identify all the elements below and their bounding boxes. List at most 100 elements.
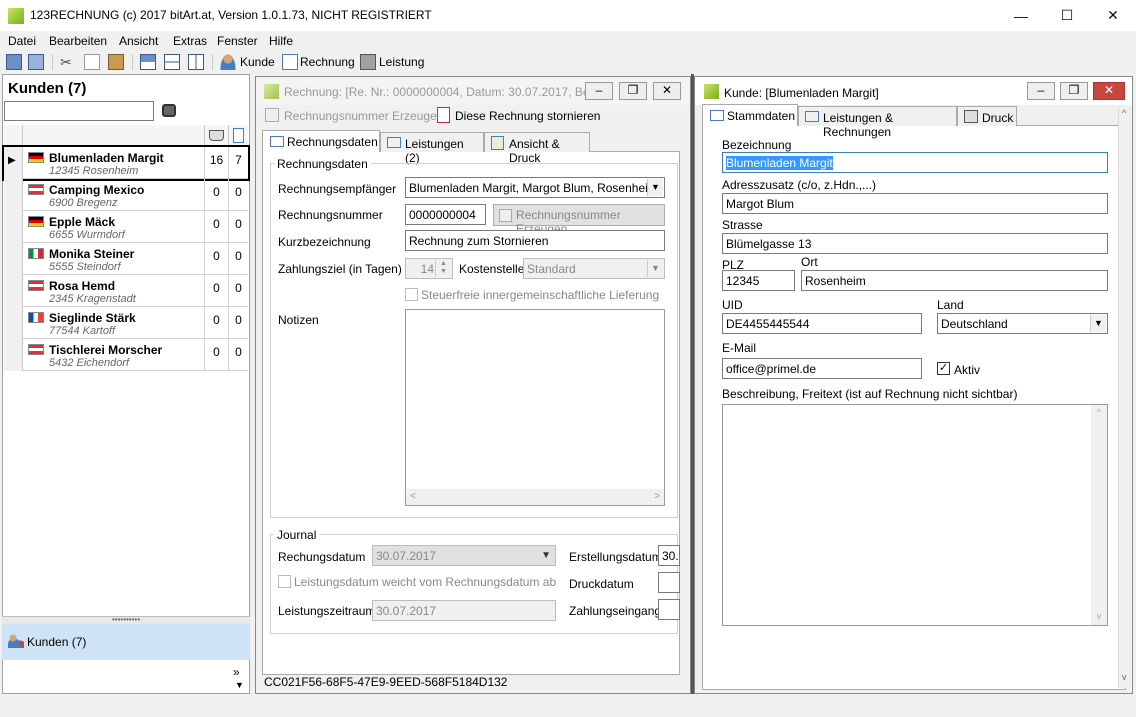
splitter-handle[interactable]: •••••••••• — [2, 616, 250, 624]
menu-extras[interactable]: Extras — [173, 34, 207, 48]
vertical-scrollbar[interactable]: ^ v — [1091, 405, 1107, 625]
cut-icon[interactable]: ✂ — [60, 54, 76, 70]
street-input[interactable]: Blümelgasse 13 — [722, 233, 1108, 254]
tab-leistungen[interactable]: Leistungen (2) — [380, 132, 484, 165]
active-checkbox[interactable]: ✓ — [937, 362, 950, 375]
table-row[interactable]: Tischlerei Morscher 5432 Eichendorf 0 0 — [4, 339, 248, 371]
country-select[interactable]: Deutschland ▼ — [937, 313, 1108, 334]
service-date-checkbox[interactable] — [278, 575, 291, 588]
label-country: Land — [937, 298, 964, 312]
tab-druck[interactable]: Druck — [957, 106, 1017, 126]
cancel-invoice-button[interactable]: Diese Rechnung stornieren — [455, 109, 600, 123]
menu-ansicht[interactable]: Ansicht — [119, 34, 158, 48]
menu-fenster[interactable]: Fenster — [217, 34, 258, 48]
row-indicator[interactable] — [4, 179, 23, 211]
toolbar-leistung-label[interactable]: Leistung — [379, 55, 424, 69]
name-input[interactable]: Blumenladen Margit — [722, 152, 1108, 173]
print-date-input[interactable] — [658, 572, 680, 593]
toolbar-rechnung-label[interactable]: Rechnung — [300, 55, 355, 69]
term-spinner[interactable]: 14 ▲ ▼ — [405, 258, 453, 279]
close-button[interactable]: ✕ — [1090, 0, 1136, 31]
label-print: Druckdatum — [569, 577, 634, 591]
invoice-count: 7 — [228, 147, 248, 179]
desc-textarea[interactable]: ^ v — [722, 404, 1108, 626]
tab-rechnungsdaten[interactable]: Rechnungsdaten — [262, 130, 380, 152]
country-value: Deutschland — [941, 317, 1008, 331]
service-date-label: Leistungsdatum weicht vom Rechnungsdatum… — [294, 575, 557, 589]
service-icon[interactable] — [360, 54, 376, 70]
invoice-restore-button[interactable]: ❐ — [619, 82, 647, 100]
short-input[interactable]: Rechnung zum Stornieren — [405, 230, 665, 251]
generate-number-button[interactable]: Rechnungsnummer Erzeugen — [284, 109, 443, 123]
table-row[interactable]: Rosa Hemd 2345 Kragenstadt 0 0 — [4, 275, 248, 307]
title-bar: 123RECHNUNG (c) 2017 bitArt.at, Version … — [0, 0, 1136, 31]
service-count: 0 — [204, 307, 228, 339]
table-row[interactable]: Camping Mexico 6900 Bregenz 0 0 — [4, 179, 248, 211]
customer-restore-button[interactable]: ❐ — [1060, 82, 1088, 100]
period-input[interactable]: 30.07.2017 — [372, 600, 556, 621]
current-row-icon: ▶ — [8, 155, 16, 166]
invoice-icon[interactable] — [282, 54, 298, 70]
table-row[interactable]: Epple Mäck 6655 Wurmdorf 0 0 — [4, 211, 248, 243]
minimize-button[interactable]: — — [998, 0, 1044, 31]
row-indicator[interactable] — [4, 211, 23, 243]
row-indicator[interactable]: ▶ — [4, 147, 23, 179]
table-row[interactable]: Sieglinde Stärk 77544 Kartoff 0 0 — [4, 307, 248, 339]
email-input[interactable]: office@primel.de — [722, 358, 922, 379]
tab-leistungen-rechnungen[interactable]: Leistungen & Rechnungen — [798, 106, 957, 139]
table-row[interactable]: ▶ Blumenladen Margit 12345 Rosenheim 16 7 — [2, 145, 250, 181]
notes-textarea[interactable]: < > — [405, 309, 665, 506]
basket-icon[interactable] — [204, 125, 228, 147]
tab-stammdaten[interactable]: Stammdaten — [702, 104, 798, 126]
tile-vertical-icon[interactable] — [188, 54, 204, 70]
tile-horizontal-icon[interactable] — [164, 54, 180, 70]
cost-select[interactable]: Standard ▼ — [523, 258, 665, 279]
save-all-icon[interactable] — [28, 54, 44, 70]
number-generate-button[interactable]: Rechnungsnummer Erzeugen — [493, 204, 665, 236]
customer-address: 5555 Steindorf — [49, 261, 121, 273]
printer-icon — [964, 110, 978, 123]
invdate-picker[interactable]: 30.07.2017 ▼ — [372, 545, 556, 566]
paste-icon[interactable] — [108, 54, 124, 70]
row-indicator[interactable] — [4, 339, 23, 371]
addr-input[interactable]: Margot Blum — [722, 193, 1108, 214]
tab-ansicht-druck[interactable]: Ansicht & Druck — [484, 132, 590, 165]
toolbar-kunde-label[interactable]: Kunde — [240, 55, 275, 69]
cascade-icon[interactable] — [140, 54, 156, 70]
invoice-close-button[interactable]: ✕ — [653, 82, 681, 100]
created-input[interactable]: 30.0 — [658, 545, 680, 566]
invoice-count: 0 — [228, 275, 248, 307]
customer-icon[interactable] — [220, 54, 236, 70]
menu-datei[interactable]: Datei — [8, 34, 36, 48]
tab-label: Stammdaten — [727, 109, 796, 123]
calendar-dropdown-icon: ▼ — [541, 550, 551, 561]
chevron-down-icon[interactable]: ▼ — [235, 680, 244, 690]
chevron-right-icon[interactable]: » — [233, 665, 240, 679]
plz-input[interactable]: 12345 — [722, 270, 795, 291]
row-indicator[interactable] — [4, 243, 23, 275]
invoice-count-icon[interactable] — [228, 125, 248, 147]
maximize-button[interactable]: ☐ — [1044, 0, 1090, 31]
payment-input[interactable] — [658, 599, 680, 620]
menu-hilfe[interactable]: Hilfe — [269, 34, 293, 48]
customer-vertical-scrollbar[interactable]: ^ v — [1118, 106, 1132, 688]
tax-free-checkbox[interactable] — [405, 288, 418, 301]
menu-bearbeiten[interactable]: Bearbeiten — [49, 34, 107, 48]
row-indicator[interactable] — [4, 275, 23, 307]
uid-input[interactable]: DE4455445544 — [722, 313, 922, 334]
recipient-select[interactable]: Blumenladen Margit, Margot Blum, Rosenhe… — [405, 177, 665, 198]
invoice-minimize-button[interactable]: ‒ — [585, 82, 613, 100]
customer-close-button[interactable]: ✕ — [1093, 82, 1125, 100]
nav-kunden[interactable]: Kunden (7) — [2, 624, 250, 660]
binoculars-icon[interactable] — [162, 104, 176, 117]
city-input[interactable]: Rosenheim — [801, 270, 1108, 291]
customers-icon — [8, 634, 24, 648]
search-input[interactable] — [4, 101, 154, 121]
copy-icon[interactable] — [84, 54, 100, 70]
row-indicator[interactable] — [4, 307, 23, 339]
customer-minimize-button[interactable]: ‒ — [1027, 82, 1055, 100]
horizontal-scrollbar[interactable]: < > — [406, 489, 664, 505]
number-input[interactable]: 0000000004 — [405, 204, 486, 225]
table-row[interactable]: Monika Steiner 5555 Steindorf 0 0 — [4, 243, 248, 275]
save-icon[interactable] — [6, 54, 22, 70]
